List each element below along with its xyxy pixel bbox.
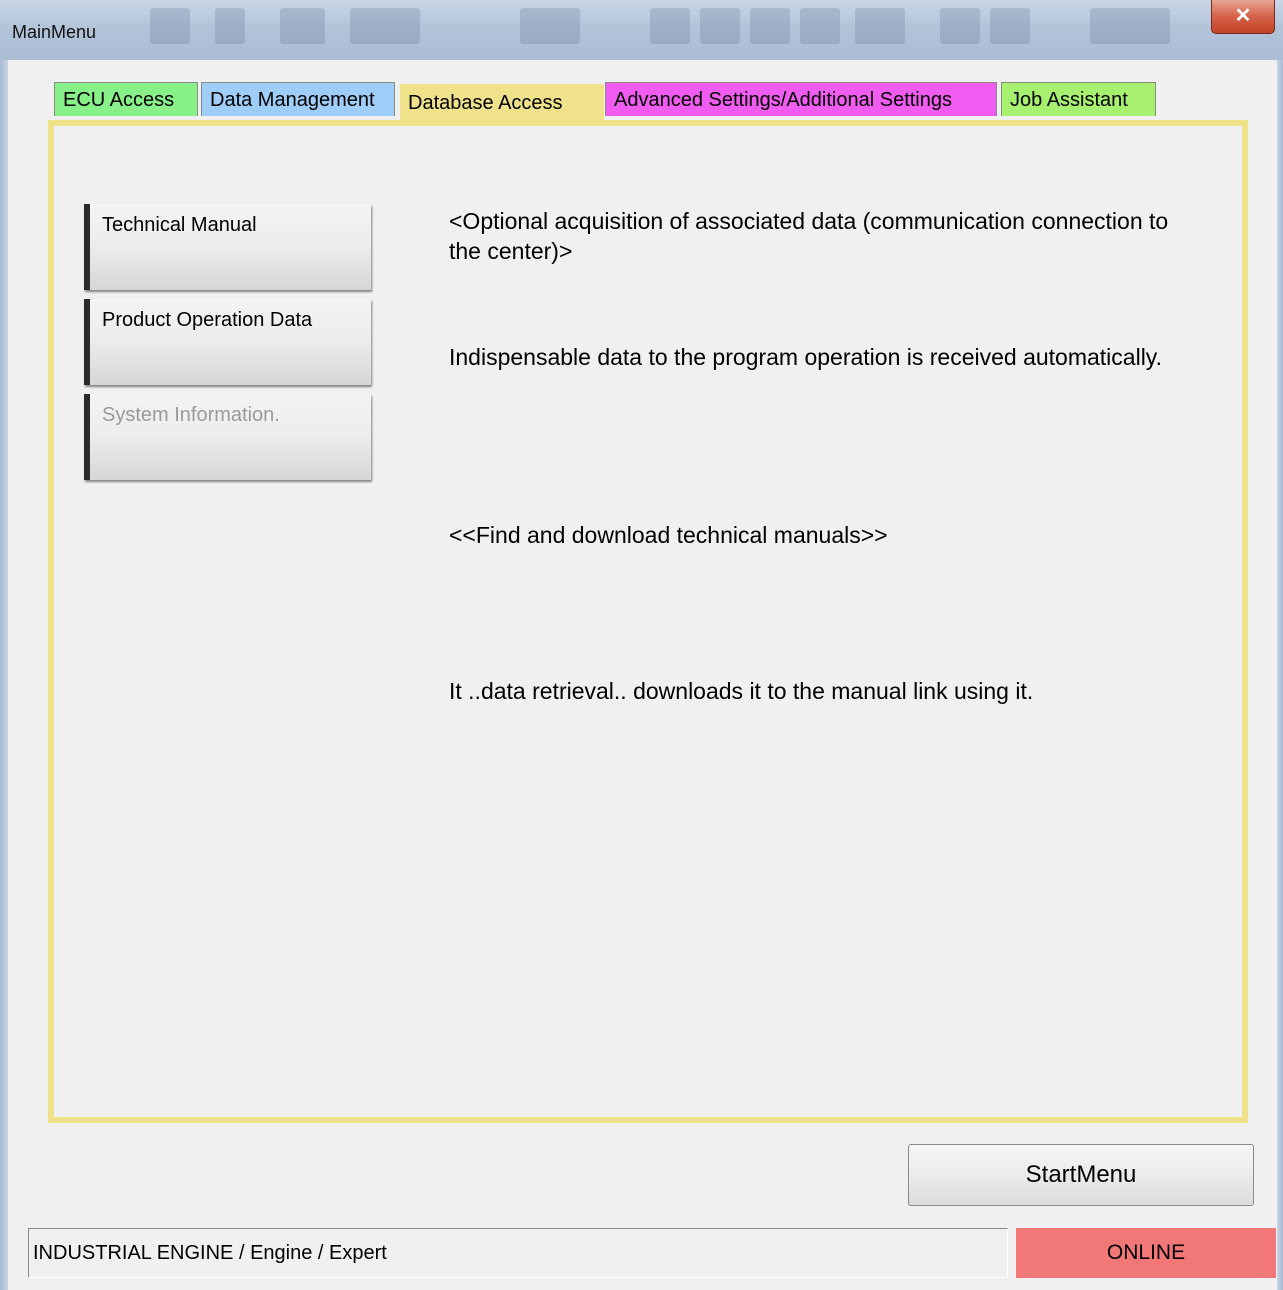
product-operation-data-button[interactable]: Product Operation Data (84, 299, 371, 385)
window-frame-right (1277, 60, 1283, 1290)
tab-job-assistant[interactable]: Job Assistant (1001, 82, 1156, 116)
tab-data-management[interactable]: Data Management (201, 82, 395, 116)
window-title: MainMenu (12, 22, 97, 42)
associated-data-description: Indispensable data to the program operat… (449, 344, 1162, 370)
close-button[interactable]: ✕ (1211, 0, 1275, 34)
status-path: INDUSTRIAL ENGINE / Engine / Expert (28, 1228, 1008, 1278)
technical-manuals-description: It ..data retrieval.. downloads it to th… (449, 678, 1034, 704)
technical-manual-button[interactable]: Technical Manual (84, 204, 371, 290)
title-bar: MainMenu ✕ (0, 0, 1283, 60)
associated-data-heading: <Optional acquisition of associated data… (449, 208, 1169, 264)
connection-status: ONLINE (1016, 1228, 1276, 1278)
tab-database-access[interactable]: Database Access (400, 84, 604, 122)
system-information-button[interactable]: System Information. (84, 394, 371, 480)
database-access-panel: Technical Manual Product Operation Data … (48, 120, 1248, 1123)
tab-ecu-access[interactable]: ECU Access (54, 82, 198, 116)
close-icon: ✕ (1234, 5, 1252, 27)
start-menu-button[interactable]: StartMenu (908, 1144, 1254, 1206)
window-frame-left (0, 60, 8, 1290)
tab-advanced-settings[interactable]: Advanced Settings/Additional Settings (605, 82, 997, 116)
main-menu-client: ECU Access Data Management Database Acce… (8, 60, 1277, 1288)
technical-manuals-heading: <<Find and download technical manuals>> (449, 522, 888, 548)
